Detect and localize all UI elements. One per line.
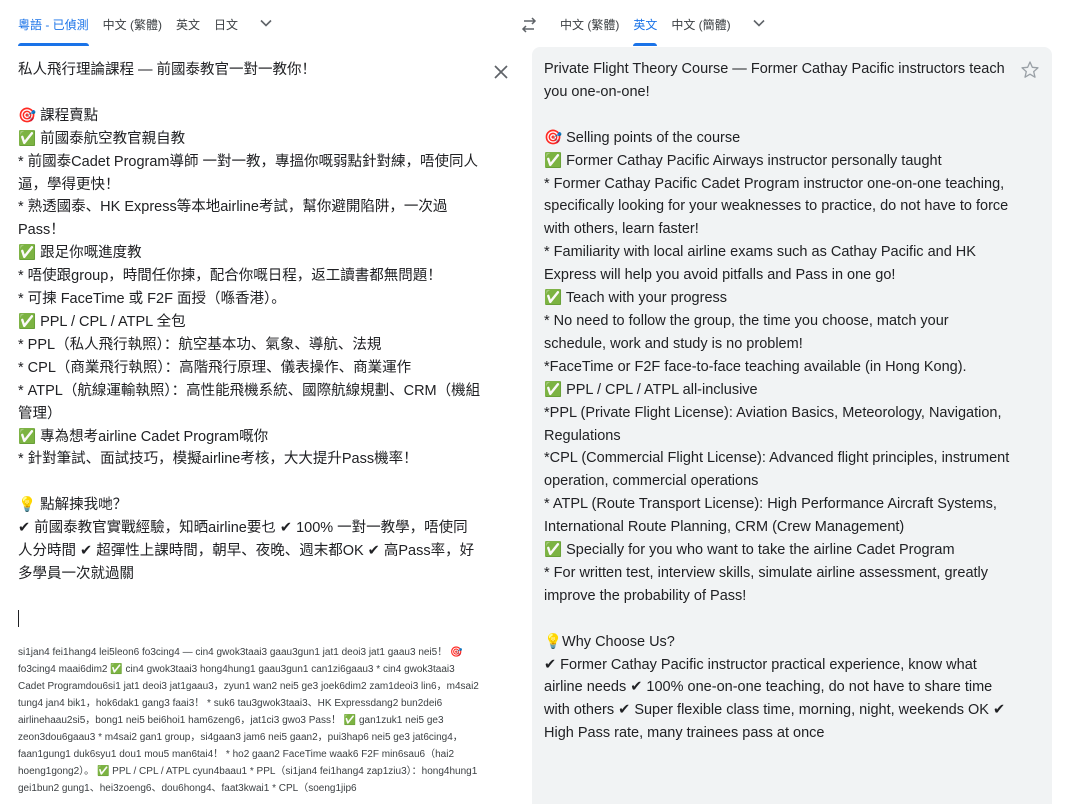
target-tab-english[interactable]: 英文: [633, 0, 658, 46]
star-icon[interactable]: [1019, 59, 1041, 81]
swap-icon[interactable]: [518, 14, 540, 36]
source-tab-english[interactable]: 英文: [176, 0, 200, 46]
target-tab-chinese-traditional[interactable]: 中文 (繁體): [560, 0, 619, 46]
target-language-tabs: 中文 (繁體) 英文 中文 (簡體): [560, 0, 771, 46]
translation-panel: Private Flight Theory Course — Former Ca…: [532, 47, 1052, 804]
chevron-down-icon[interactable]: [747, 0, 771, 46]
source-tab-detected[interactable]: 粵語 - 已偵測: [18, 0, 89, 46]
source-tab-japanese[interactable]: 日文: [214, 0, 238, 46]
close-icon[interactable]: [490, 61, 512, 83]
translation-output: Private Flight Theory Course — Former Ca…: [544, 61, 1010, 742]
source-text-input[interactable]: 私人飛行理論課程 — 前國泰教官一對一教你！ 🎯 課程賣點 ✅ 前國泰航空教官親…: [18, 59, 482, 586]
language-bar: 粵語 - 已偵測 中文 (繁體) 英文 日文 中文 (繁體) 英文 中文 (簡體…: [0, 0, 1080, 46]
text-cursor: [18, 610, 19, 627]
source-language-tabs: 粵語 - 已偵測 中文 (繁體) 英文 日文: [18, 0, 278, 46]
romanization-text: si1jan4 fei1hang4 lei5leon6 fo3cing4 — c…: [18, 647, 482, 794]
source-panel: 私人飛行理論課程 — 前國泰教官一對一教你！ 🎯 課程賣點 ✅ 前國泰航空教官親…: [0, 47, 522, 804]
target-tab-chinese-simplified[interactable]: 中文 (簡體): [671, 0, 730, 46]
source-tab-chinese-traditional[interactable]: 中文 (繁體): [103, 0, 162, 46]
chevron-down-icon[interactable]: [254, 0, 278, 46]
